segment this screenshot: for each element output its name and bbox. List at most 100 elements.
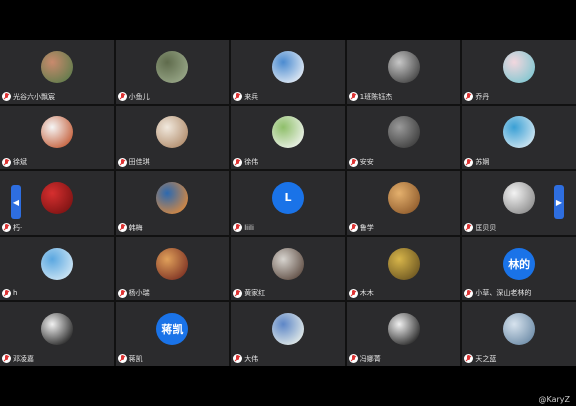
muted-mic-icon [348, 223, 358, 233]
name-label-row: 邓凌嘉 [2, 353, 34, 365]
name-label-row: 蒋凯 [117, 353, 143, 365]
participant-tile[interactable]: 徐斌 [0, 105, 114, 170]
name-label-row: 天之蓝 [464, 353, 496, 365]
name-label-row: h [2, 287, 17, 299]
participant-name: 小鱼儿 [128, 92, 150, 101]
avatar [40, 313, 73, 346]
name-label-row: 乔丹 [464, 91, 489, 103]
participant-tile[interactable]: 安安 [346, 105, 461, 170]
participant-tile[interactable]: 田佳琪 [115, 105, 230, 170]
muted-mic-icon [348, 354, 358, 364]
name-label-row: 来兵 [233, 91, 258, 103]
participant-tile[interactable]: 乔丹 [462, 40, 576, 104]
muted-mic-icon [233, 92, 243, 102]
participant-name: 鲁学 [359, 223, 374, 232]
participant-tile[interactable]: 韩梅 [115, 171, 230, 235]
participant-name: 木木 [359, 289, 374, 298]
avatar [271, 50, 304, 83]
avatar [40, 50, 73, 83]
participant-tile[interactable]: 邓凌嘉 [0, 302, 114, 366]
name-label-row: 光谷六小飘宸 [2, 91, 55, 103]
name-label-row: 杨小瑞 [117, 287, 150, 299]
participant-grid: 光谷六小飘宸 小鱼儿 来兵 1班陈钰杰 乔丹徐斌 田佳琪 徐伟 安安 苏娴朽· 韩梅 Lliili 鲁… [0, 40, 576, 366]
avatar [503, 181, 536, 214]
name-label-row: 木木 [348, 287, 374, 299]
participant-tile[interactable]: 木木 [346, 236, 461, 301]
participant-name: 朽· [13, 223, 23, 232]
muted-mic-icon [117, 354, 127, 364]
participant-name: h [13, 289, 18, 298]
participant-name: 徐斌 [13, 158, 27, 167]
participant-tile[interactable]: 光谷六小飘宸 [0, 40, 114, 104]
muted-mic-icon [2, 223, 11, 233]
participant-tile[interactable]: 苏娴 [462, 105, 576, 170]
participant-tile[interactable]: 来兵 [231, 40, 345, 104]
muted-mic-icon [2, 354, 11, 364]
participant-tile[interactable]: 杨小瑞 [115, 236, 230, 301]
participant-name: 苏娴 [475, 158, 490, 167]
avatar [156, 50, 189, 83]
muted-mic-icon [117, 92, 127, 102]
muted-mic-icon [117, 157, 127, 167]
participant-name: 乔丹 [475, 92, 490, 101]
muted-mic-icon [117, 288, 127, 298]
participant-name: 匡贝贝 [475, 223, 497, 232]
name-label-row: 朽· [2, 222, 22, 234]
name-label-row: 徐斌 [2, 156, 27, 168]
participant-name: 天之蓝 [475, 354, 497, 363]
muted-mic-icon [464, 157, 474, 167]
previous-page-button[interactable]: ◀ [11, 185, 21, 219]
muted-mic-icon [233, 223, 243, 233]
muted-mic-icon [348, 288, 358, 298]
participant-name: 韩梅 [128, 223, 143, 232]
participant-name: 徐伟 [244, 158, 259, 167]
avatar [156, 116, 189, 149]
participant-name: liili [244, 223, 254, 232]
participant-name: 大伟 [244, 354, 259, 363]
avatar [387, 116, 420, 149]
muted-mic-icon [348, 157, 358, 167]
avatar [40, 247, 73, 280]
muted-mic-icon [348, 92, 358, 102]
muted-mic-icon [117, 223, 127, 233]
participant-tile[interactable]: Lliili [231, 171, 345, 235]
muted-mic-icon [233, 354, 243, 364]
avatar [387, 50, 420, 83]
name-label-row: 冯娜菁 [348, 353, 381, 365]
participant-name: 田佳琪 [128, 158, 150, 167]
name-label-row: 小草、深山老林的 [464, 287, 531, 299]
participant-tile[interactable]: 大伟 [231, 302, 345, 366]
next-page-button[interactable]: ▶ [554, 185, 564, 219]
name-label-row: 大伟 [233, 353, 258, 365]
avatar-initials: L [271, 181, 304, 214]
name-label-row: 匡贝贝 [464, 222, 496, 234]
participant-tile[interactable]: h [0, 236, 114, 301]
name-label-row: 安安 [348, 156, 374, 168]
avatar-initials: 蒋凯 [156, 313, 189, 346]
name-label-row: 田佳琪 [117, 156, 150, 168]
participant-tile[interactable]: 林的 小草、深山老林的 [462, 236, 576, 301]
participant-name: 小草、深山老林的 [475, 289, 532, 298]
participant-tile[interactable]: 天之蓝 [462, 302, 576, 366]
muted-mic-icon [464, 354, 474, 364]
name-label-row: 鲁学 [348, 222, 374, 234]
name-label-row: 黄家红 [233, 287, 265, 299]
participant-tile[interactable]: 黄家红 [231, 236, 345, 301]
avatar [156, 181, 189, 214]
participant-name: 1班陈钰杰 [359, 92, 393, 101]
participant-name: 黄家红 [244, 289, 266, 298]
participant-tile[interactable]: 1班陈钰杰 [346, 40, 461, 104]
participant-tile[interactable]: 蒋凯 蒋凯 [115, 302, 230, 366]
participant-tile[interactable]: 冯娜菁 [346, 302, 461, 366]
avatar [271, 247, 304, 280]
participant-name: 蒋凯 [128, 354, 143, 363]
muted-mic-icon [2, 92, 11, 102]
participant-tile[interactable]: 鲁学 [346, 171, 461, 235]
participant-tile[interactable]: 徐伟 [231, 105, 345, 170]
participant-name: 邓凌嘉 [13, 354, 34, 363]
participant-tile[interactable]: 小鱼儿 [115, 40, 230, 104]
avatar [387, 181, 420, 214]
participant-name: 杨小瑞 [128, 289, 150, 298]
name-label-row: 1班陈钰杰 [348, 91, 393, 103]
avatar [156, 247, 189, 280]
